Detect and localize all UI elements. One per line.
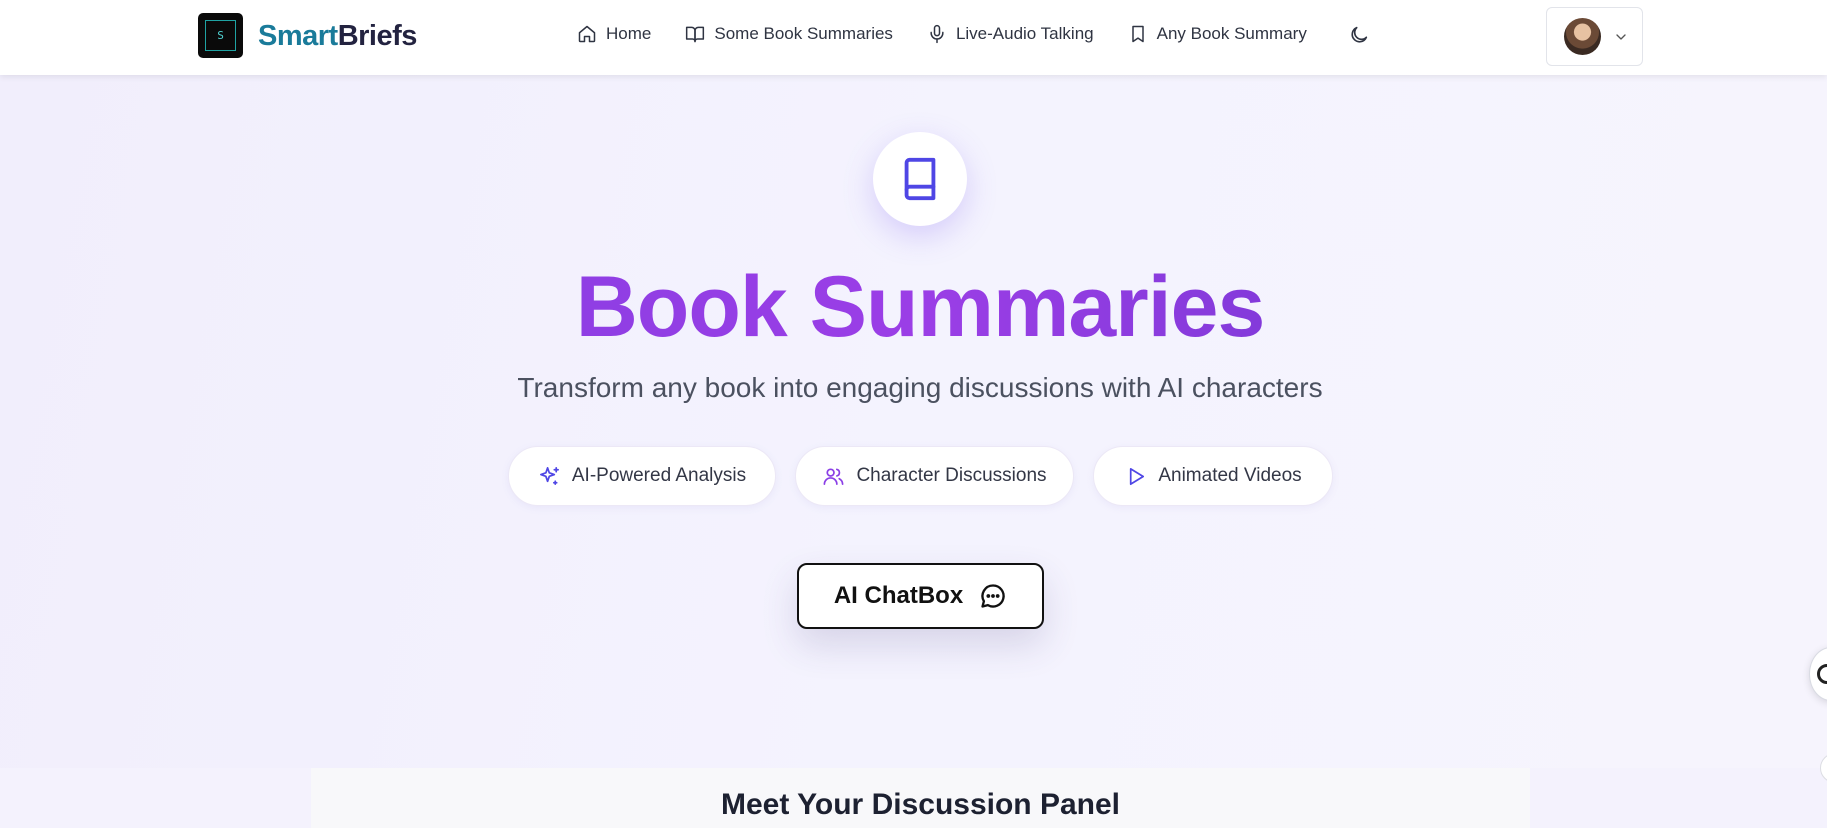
feature-chip-label: AI-Powered Analysis (571, 465, 747, 486)
page-subtitle: Transform any book into engaging discuss… (517, 372, 1323, 403)
user-menu-button[interactable] (1546, 7, 1643, 66)
bookmark-icon (1131, 25, 1144, 43)
nav-item-label: Any Book Summary (1156, 24, 1307, 43)
hero-badge (873, 132, 967, 226)
nav-item-live-audio-talking[interactable]: Live-Audio Talking (927, 24, 1094, 44)
main-nav: Home Some Book Summaries Live-Audio Talk… (577, 22, 1341, 46)
ai-chatbox-button[interactable]: AI ChatBox (797, 563, 1044, 629)
section-title: Meet Your Discussion Panel (720, 788, 1120, 821)
book-open-icon (686, 26, 705, 43)
feature-chip-ai-analysis[interactable]: AI-Powered Analysis (508, 446, 776, 506)
brand-name[interactable]: SmartBriefs (258, 20, 417, 53)
users-icon (823, 467, 844, 485)
microphone-icon (930, 24, 944, 44)
home-icon (578, 25, 596, 43)
play-icon (1130, 467, 1145, 485)
nav-item-any-book-summary[interactable]: Any Book Summary (1128, 24, 1307, 44)
chevron-down-icon (1616, 33, 1626, 40)
help-widget-icon (1817, 664, 1827, 684)
avatar (1564, 18, 1601, 55)
nav-item-some-book-summaries[interactable]: Some Book Summaries (685, 24, 893, 44)
page-title: Book Summaries (0, 258, 1827, 357)
sparkles-icon (539, 466, 559, 485)
chat-bubble-icon (981, 584, 1005, 608)
feature-chip-label: Animated Videos (1158, 465, 1302, 486)
nav-item-label: Live-Audio Talking (955, 24, 1094, 43)
top-navbar: S SmartBriefs Home Some Book Summaries L… (0, 0, 1827, 75)
discussion-panel-section: Meet Your Discussion Panel (311, 768, 1530, 828)
book-icon (904, 157, 936, 201)
nav-item-home[interactable]: Home (577, 24, 651, 44)
brand-word-briefs: Briefs (337, 20, 418, 52)
feature-chip-character-discussions[interactable]: Character Discussions (795, 446, 1074, 506)
feature-chip-label: Character Discussions (856, 465, 1047, 486)
ai-chatbox-label: AI ChatBox (833, 582, 964, 609)
nav-item-label: Home (606, 24, 652, 43)
logo-mark: S (205, 20, 236, 51)
nav-item-label: Some Book Summaries (714, 24, 893, 43)
logo[interactable]: S (198, 13, 243, 58)
feature-chip-animated-videos[interactable]: Animated Videos (1093, 446, 1333, 506)
moon-icon[interactable] (1348, 24, 1370, 46)
brand-word-smart: Smart (258, 20, 338, 52)
